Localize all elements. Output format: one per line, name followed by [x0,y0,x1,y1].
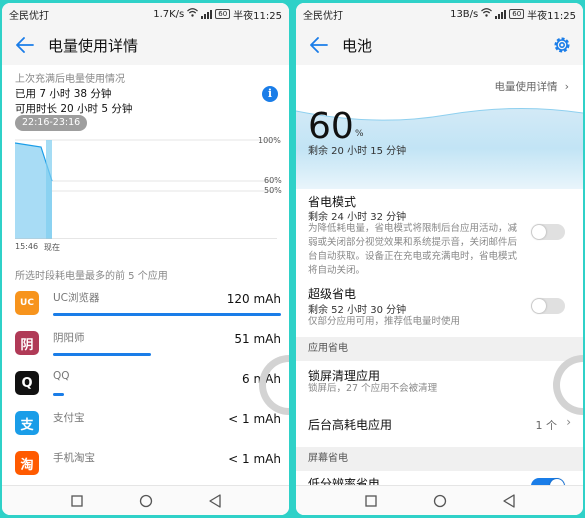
floating-nav-ring[interactable] [553,355,583,415]
app-name: 手机淘宝 [53,452,95,464]
consumption-bar [53,393,65,396]
ultra-saving-title: 超级省电 [308,287,357,301]
ultra-saving-remaining: 剩余 52 小时 30 分钟 [308,305,407,316]
battery-usage-detail-screen: 全民优打 1.7K/s 60 半夜11:25 电量使用详情 上次充满后电量使用情… [2,3,289,515]
app-name: 阴阳师 [53,332,85,344]
app-bar: 电量使用详情 [2,25,289,65]
back-arrow-icon[interactable] [14,34,36,56]
consumption-bar-track [53,353,281,356]
app-bar: 电池 [296,25,583,65]
app-usage-row[interactable]: UC UC浏览器 120 mAh [15,288,281,326]
network-speed: 13B/s [450,8,479,20]
app-consumption: 120 mAh [226,292,281,306]
consumption-bar-track [53,473,281,476]
consumption-bar-track [53,433,281,436]
battery-screen: 全民优打 13B/s 60 半夜11:25 电池 电量使用详情 › 60 % 剩… [296,3,583,515]
app-usage-row[interactable]: 阴 阴阳师 51 mAh [15,328,281,366]
clock: 半夜11:25 [527,10,576,22]
uc-browser-icon: UC [15,291,39,315]
wifi-icon [481,8,493,20]
status-bar: 全民优打 1.7K/s 60 半夜11:25 [2,3,289,25]
y-tick-label: 50% [264,186,282,195]
app-usage-row[interactable]: Q QQ 6 mAh [15,368,281,406]
ultra-saving-toggle[interactable] [531,298,565,314]
y-tick-label: 100% [258,136,281,145]
app-consumption: 51 mAh [234,332,281,346]
onmyoji-icon: 阴 [15,331,39,355]
recent-apps-button[interactable] [363,493,379,509]
battery-chart-svg [14,139,277,240]
y-tick-label: 60% [264,176,282,185]
lockscreen-cleanup-desc: 锁屏后，27 个应用不会被清理 [308,383,438,394]
consumption-bar [53,353,152,356]
carrier-label: 全民优打 [9,10,49,22]
back-button[interactable] [501,493,517,509]
ultra-saving-description: 仅部分应用可用，推荐低电量时使用 [308,316,461,327]
app-consumption: < 1 mAh [228,452,281,466]
battery-indicator: 60 [509,9,525,19]
x-tick-label: 15:46 [15,242,39,251]
home-button[interactable] [432,493,448,509]
battery-level-chart[interactable] [14,135,277,240]
consumption-bar-track [53,313,281,316]
available-time: 可用时长 20 小时 5 分钟 [15,103,133,115]
percent-sign: % [355,129,364,139]
toggle-knob [532,225,546,239]
recent-apps-button[interactable] [69,493,85,509]
x-tick-label: 现在 [44,243,60,252]
since-full-charge-label: 上次充满后电量使用情况 [15,74,125,85]
high-drain-count: 1 个 [535,419,558,432]
page-title: 电量使用详情 [48,36,139,55]
battery-indicator: 60 [215,9,231,19]
signal-icon [495,9,507,19]
back-button[interactable] [207,493,223,509]
carrier-label: 全民优打 [303,10,343,22]
selected-range-highlight [46,140,52,239]
chevron-right-icon: › [564,81,569,93]
home-button[interactable] [138,493,154,509]
signal-icon [201,9,213,19]
wifi-icon [187,8,199,20]
remaining-time: 剩余 20 小时 15 分钟 [308,146,407,157]
power-saving-description: 为降低耗电量，省电模式将限制后台应用活动，减弱或关闭部分视觉效果和系统提示音，关… [308,223,518,276]
nav-bar [2,485,289,515]
qq-icon: Q [15,371,39,395]
app-name: QQ [53,370,70,382]
high-drain-title: 后台高耗电应用 [308,418,393,432]
clock: 半夜11:25 [233,10,282,22]
usage-detail-link[interactable]: 电量使用详情 › [494,79,569,94]
chevron-right-icon: › [566,415,571,429]
app-name: 支付宝 [53,412,85,424]
taobao-icon: 淘 [15,451,39,475]
battery-percent: 60 [308,106,354,147]
status-bar: 全民优打 13B/s 60 半夜11:25 [296,3,583,25]
app-consumption: < 1 mAh [228,412,281,426]
consumption-bar [53,313,281,316]
power-saving-remaining: 剩余 24 小时 32 分钟 [308,212,407,223]
network-speed: 1.7K/s [153,8,185,20]
info-icon[interactable]: i [262,86,278,102]
app-name: UC浏览器 [53,292,100,304]
screen-saving-header: 屏幕省电 [296,447,583,471]
usage-detail-label: 电量使用详情 [494,81,558,93]
top-apps-header: 所选时段耗电量最多的前 5 个应用 [15,271,168,282]
app-usage-row[interactable]: 支 支付宝 < 1 mAh [15,408,281,446]
app-usage-row[interactable]: 淘 手机淘宝 < 1 mAh [15,448,281,486]
page-title: 电池 [342,36,373,55]
app-saving-header: 应用省电 [296,337,583,361]
used-time: 已用 7 小时 38 分钟 [15,88,112,100]
consumption-bar-track [53,393,281,396]
time-range-pill[interactable]: 22:16-23:16 [15,115,88,131]
back-arrow-icon[interactable] [308,34,330,56]
gear-icon[interactable] [551,34,573,56]
nav-bar [296,485,583,515]
power-saving-toggle[interactable] [531,224,565,240]
alipay-icon: 支 [15,411,39,435]
toggle-knob [532,299,546,313]
